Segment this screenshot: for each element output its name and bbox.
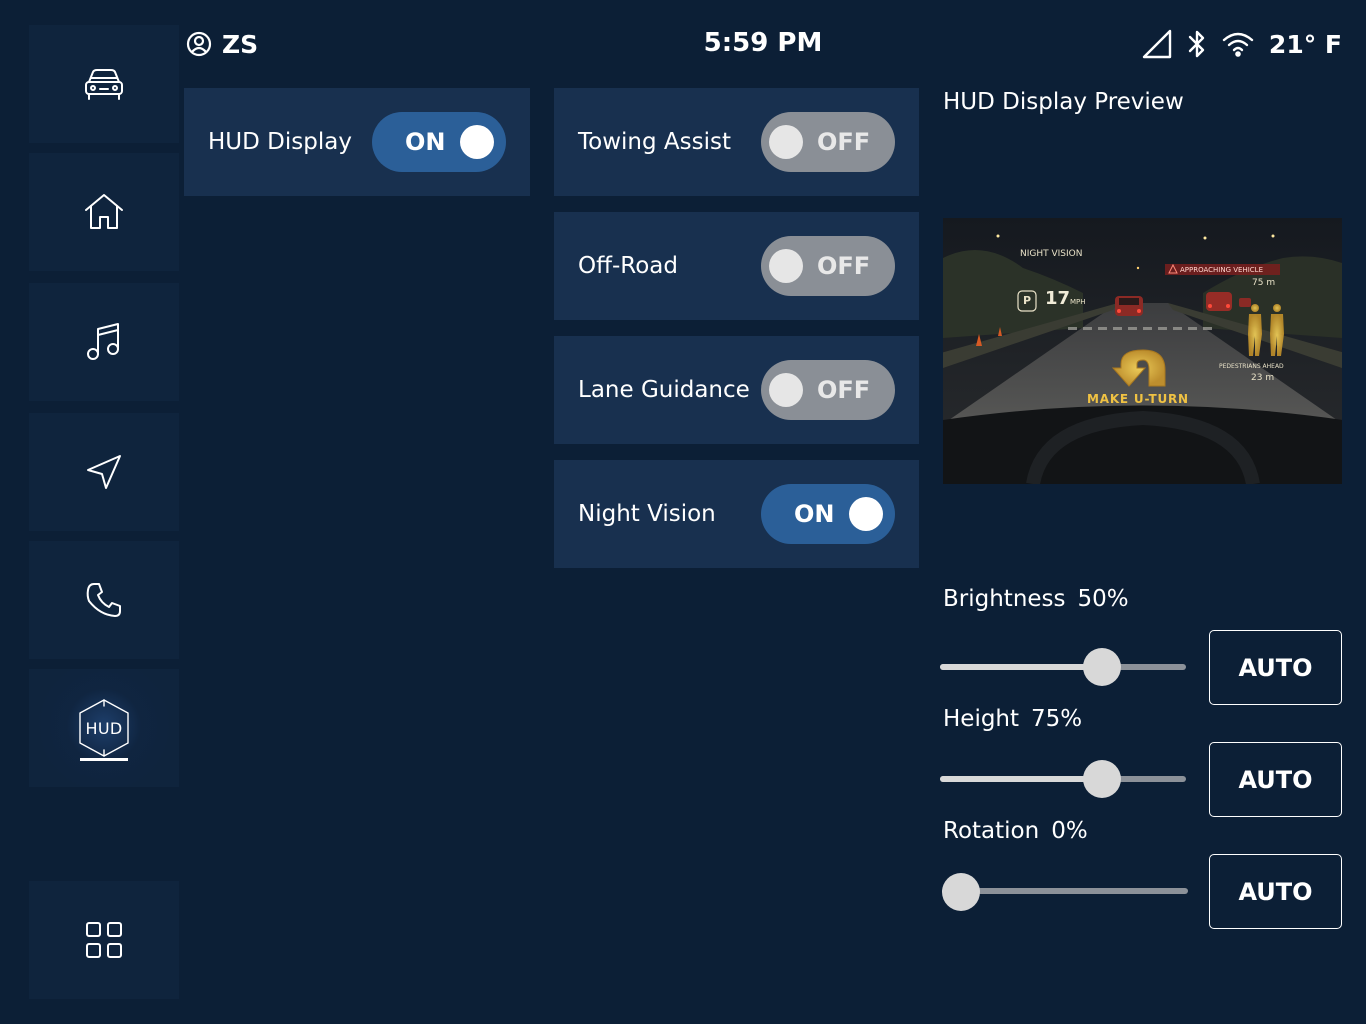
toggle-knob — [769, 249, 803, 283]
pedestrian-distance: 23 m — [1251, 373, 1275, 383]
hud-preview-image: NIGHT VISION P 17 MPH APPROACHING VEHICL… — [943, 218, 1342, 484]
active-indicator — [80, 758, 128, 761]
speed-value: 17 — [1045, 288, 1071, 309]
brightness-slider-fill — [940, 664, 1103, 670]
car-icon — [85, 69, 123, 100]
sidebar-item-navigation[interactable] — [29, 413, 179, 531]
height-label-text: Height — [943, 706, 1020, 732]
app-grid-icon — [86, 922, 122, 958]
brightness-label-text: Brightness — [943, 586, 1066, 612]
night-vision-label: Night Vision — [578, 501, 716, 527]
sidebar: HUD — [0, 0, 184, 1024]
off-road-label: Off-Road — [578, 253, 678, 279]
rotation-label: Rotation 0% — [943, 818, 1088, 844]
off-road-card: Off-Road OFF — [554, 212, 919, 320]
toggle-knob — [460, 125, 494, 159]
rotation-label-text: Rotation — [943, 818, 1040, 844]
user-circle-icon — [186, 31, 212, 57]
sidebar-item-music[interactable] — [29, 283, 179, 401]
rotation-auto-button[interactable]: AUTO — [1209, 854, 1342, 929]
rotation-slider-thumb[interactable] — [942, 873, 980, 911]
hud-display-card: HUD Display ON — [184, 88, 530, 196]
lane-guidance-label: Lane Guidance — [578, 377, 750, 403]
height-value: 75% — [1031, 706, 1083, 732]
clock: 5:59 PM — [703, 28, 823, 58]
off-road-toggle[interactable]: OFF — [761, 236, 895, 296]
alert-distance: 75 m — [1252, 278, 1276, 288]
sidebar-item-hud[interactable]: HUD — [29, 669, 179, 787]
home-icon — [85, 194, 123, 229]
towing-assist-card: Towing Assist OFF — [554, 88, 919, 196]
hud-icon: HUD — [76, 697, 132, 759]
wifi-icon — [1222, 32, 1254, 57]
user-profile[interactable]: ZS — [186, 28, 258, 60]
navigation-arrow-icon — [87, 455, 121, 489]
height-slider-fill — [940, 776, 1103, 782]
music-note-icon — [87, 323, 119, 360]
park-icon: P — [1023, 294, 1032, 307]
bluetooth-icon — [1188, 30, 1205, 58]
brightness-slider-track[interactable] — [940, 664, 1186, 670]
height-slider-thumb[interactable] — [1083, 760, 1122, 798]
toggle-knob — [849, 497, 883, 531]
user-name: ZS — [222, 29, 259, 59]
night-vision-indicator: NIGHT VISION — [1020, 249, 1083, 259]
towing-assist-label: Towing Assist — [578, 129, 731, 155]
preview-title: HUD Display Preview — [943, 89, 1184, 115]
toggle-state: ON — [794, 500, 835, 528]
lane-guidance-card: Lane Guidance OFF — [554, 336, 919, 444]
cellular-signal-icon — [1142, 29, 1172, 59]
toggle-state: OFF — [817, 252, 871, 280]
hud-icon-label: HUD — [85, 718, 123, 738]
brightness-label: Brightness 50% — [943, 586, 1129, 612]
night-vision-toggle[interactable]: ON — [761, 484, 895, 544]
toggle-state: ON — [405, 128, 446, 156]
height-auto-button[interactable]: AUTO — [1209, 742, 1342, 817]
navigation-instruction: MAKE U-TURN — [1087, 392, 1189, 406]
sidebar-item-apps[interactable] — [29, 881, 179, 999]
toggle-state: OFF — [817, 376, 871, 404]
brightness-slider-thumb[interactable] — [1083, 648, 1122, 686]
height-slider-track[interactable] — [940, 776, 1186, 782]
hud-display-label: HUD Display — [208, 129, 352, 155]
toggle-knob — [769, 373, 803, 407]
night-vision-card: Night Vision ON — [554, 460, 919, 568]
sidebar-item-home[interactable] — [29, 153, 179, 271]
alert-label: APPROACHING VEHICLE — [1180, 266, 1263, 274]
pedestrian-label: PEDESTRIANS AHEAD — [1219, 363, 1284, 370]
status-icons: 21° F — [1141, 26, 1342, 62]
hud-display-toggle[interactable]: ON — [372, 112, 506, 172]
rotation-value: 0% — [1051, 818, 1088, 844]
toggle-knob — [769, 125, 803, 159]
phone-icon — [86, 583, 121, 617]
speed-unit: MPH — [1070, 298, 1086, 306]
night-road-scene — [943, 218, 1342, 484]
brightness-value: 50% — [1077, 586, 1129, 612]
temperature: 21° F — [1268, 29, 1342, 59]
towing-assist-toggle[interactable]: OFF — [761, 112, 895, 172]
lane-guidance-toggle[interactable]: OFF — [761, 360, 895, 420]
brightness-auto-button[interactable]: AUTO — [1209, 630, 1342, 705]
toggle-state: OFF — [817, 128, 871, 156]
sidebar-item-car[interactable] — [29, 25, 179, 143]
height-label: Height 75% — [943, 706, 1082, 732]
sidebar-item-phone[interactable] — [29, 541, 179, 659]
